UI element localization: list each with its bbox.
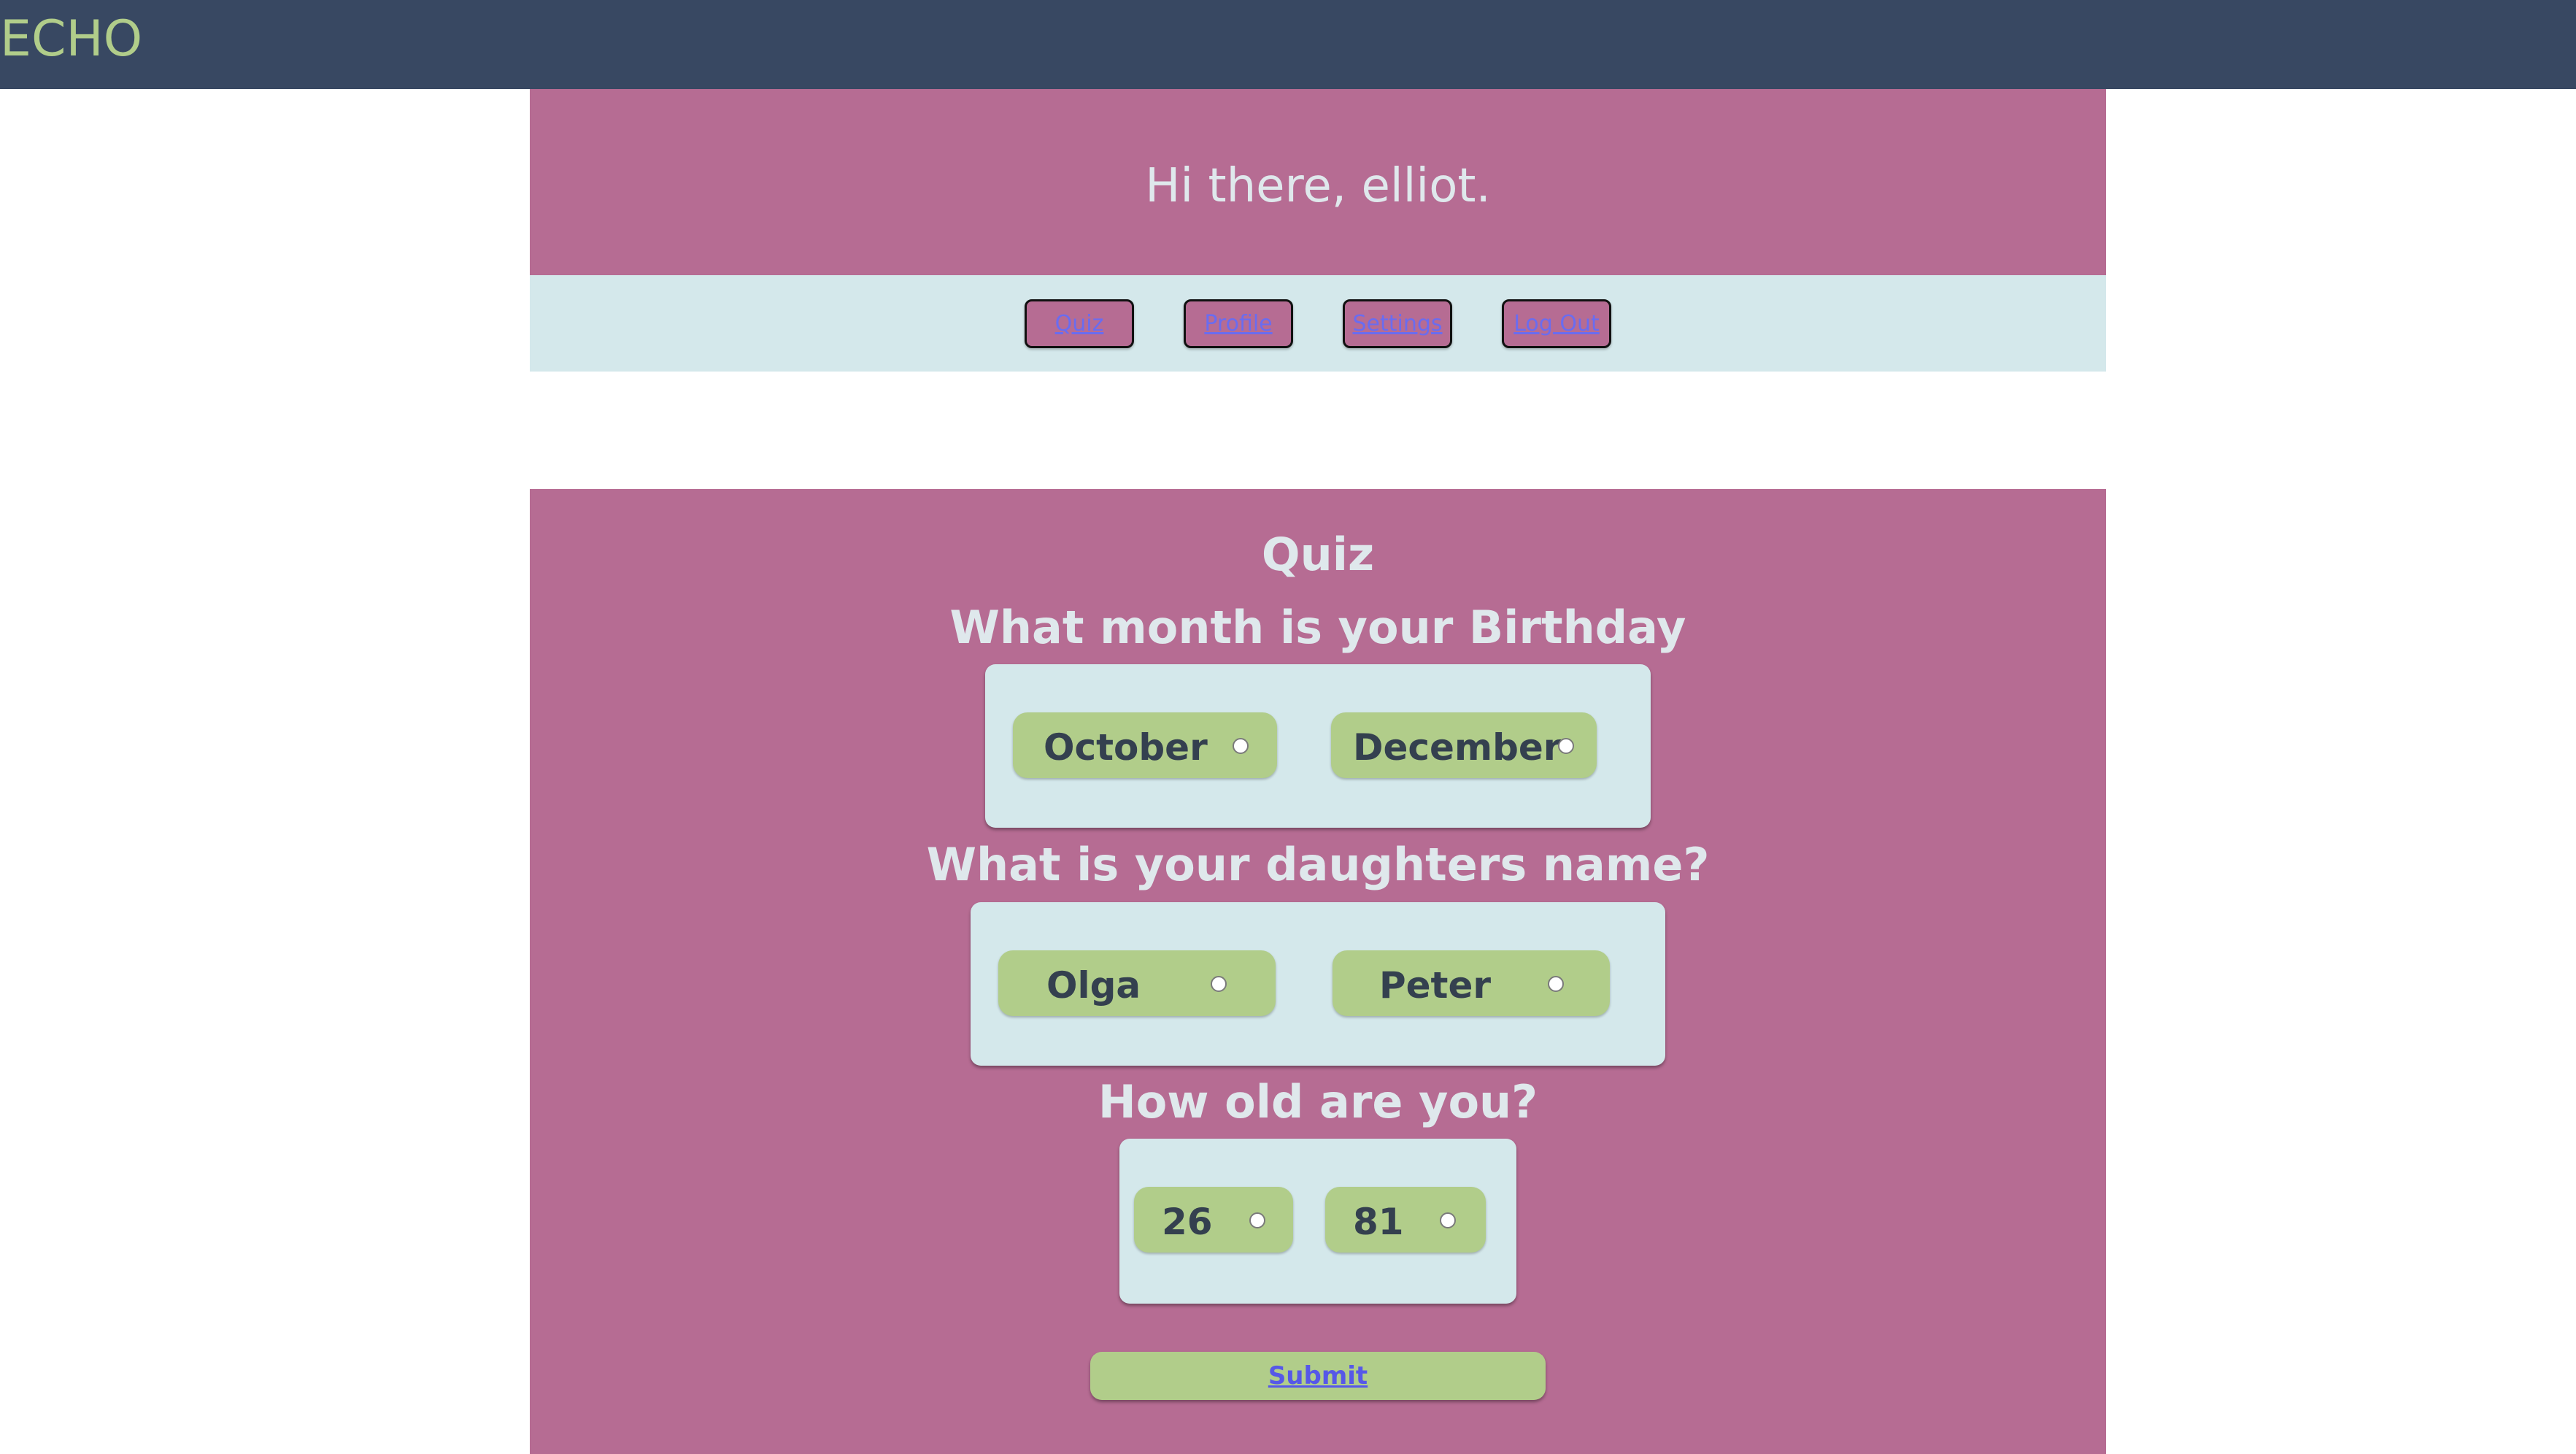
radio-december[interactable] — [1558, 738, 1574, 754]
main-nav: Quiz Profile Settings Log Out — [530, 275, 2106, 372]
option-peter[interactable]: Peter — [1333, 950, 1610, 1016]
greeting-banner: Hi there, elliot. — [530, 89, 2106, 275]
option-label: October — [1044, 726, 1208, 769]
answer-box-age: 26 81 — [1119, 1139, 1516, 1304]
submit-button[interactable]: Submit — [1090, 1352, 1546, 1400]
radio-october[interactable] — [1233, 738, 1249, 754]
nav-quiz-link[interactable]: Quiz — [1055, 311, 1104, 336]
nav-profile-link[interactable]: Profile — [1204, 311, 1272, 336]
question-birthday-month: What month is your Birthday — [949, 601, 1686, 654]
quiz-panel: Quiz What month is your Birthday October… — [530, 489, 2106, 1454]
option-olga[interactable]: Olga — [998, 950, 1276, 1016]
nav-settings-button[interactable]: Settings — [1343, 299, 1452, 348]
nav-profile-button[interactable]: Profile — [1184, 299, 1293, 348]
radio-peter[interactable] — [1548, 976, 1564, 992]
question-age: How old are you? — [1098, 1075, 1538, 1128]
nav-logout-link[interactable]: Log Out — [1513, 311, 1600, 336]
nav-logout-button[interactable]: Log Out — [1502, 299, 1611, 348]
radio-olga[interactable] — [1211, 976, 1227, 992]
nav-settings-link[interactable]: Settings — [1352, 311, 1442, 336]
option-label: Olga — [1046, 964, 1141, 1007]
greeting-text: Hi there, elliot. — [1145, 158, 1491, 213]
radio-26[interactable] — [1249, 1212, 1265, 1228]
option-label: Peter — [1379, 964, 1492, 1007]
option-label: 81 — [1353, 1201, 1404, 1243]
option-label: December — [1353, 726, 1562, 769]
option-26[interactable]: 26 — [1134, 1187, 1293, 1253]
submit-link[interactable]: Submit — [1268, 1361, 1368, 1390]
answer-box-birthday: October December — [985, 664, 1651, 828]
option-december[interactable]: December — [1331, 712, 1597, 778]
brand-logo: ECHO — [0, 10, 143, 68]
quiz-title: Quiz — [1261, 528, 1375, 581]
option-label: 26 — [1162, 1201, 1213, 1243]
top-bar: ECHO — [0, 0, 2576, 89]
option-october[interactable]: October — [1013, 712, 1277, 778]
nav-quiz-button[interactable]: Quiz — [1025, 299, 1134, 348]
answer-box-daughter: Olga Peter — [971, 902, 1665, 1066]
question-daughter-name: What is your daughters name? — [926, 838, 1710, 891]
radio-81[interactable] — [1440, 1212, 1456, 1228]
option-81[interactable]: 81 — [1325, 1187, 1486, 1253]
